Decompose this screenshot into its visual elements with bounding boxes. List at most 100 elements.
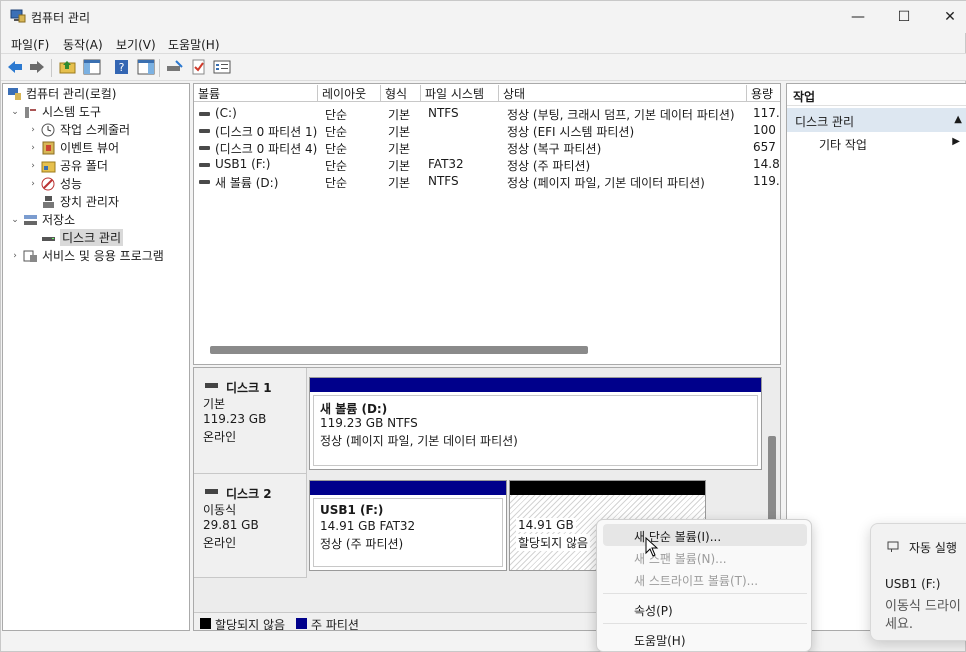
primary-partition-bar <box>310 481 506 495</box>
disk-1-label[interactable]: 디스크 1 기본 119.23 GB 온라인 <box>194 368 307 474</box>
column-header-type[interactable]: 형식 <box>381 85 421 101</box>
minimize-button[interactable]: — <box>835 1 881 33</box>
collapse-chevron-icon[interactable]: ⌄ <box>9 215 21 225</box>
menu-item-help[interactable]: 도움말(H) <box>603 628 807 650</box>
partition-new-volume-d[interactable]: 새 볼륨 (D:) 119.23 GB NTFS 정상 (페이지 파일, 기본 … <box>309 377 762 470</box>
expand-chevron-icon[interactable]: › <box>9 251 21 261</box>
system-tools-icon <box>25 106 36 118</box>
table-row[interactable]: (디스크 0 파티션 1) 단순 기본 정상 (EFI 시스템 파티션) 100… <box>194 122 780 139</box>
primary-partition-bar <box>310 378 761 392</box>
notification-device: USB1 (F:) <box>885 577 941 591</box>
tree-item-device-manager[interactable]: 장치 관리자 <box>39 193 119 210</box>
volume-list: 볼륨 레이아웃 형식 파일 시스템 상태 용량 (C:) 단순 기본 NTFS … <box>193 83 781 365</box>
tree-item-computer-management[interactable]: 컴퓨터 관리(로컬) <box>5 85 116 102</box>
performance-icon <box>41 177 55 190</box>
context-menu: 새 단순 볼륨(I)... 새 스팬 볼륨(N)... 새 스트라이프 볼륨(T… <box>596 519 812 652</box>
storage-icon <box>24 214 37 225</box>
collapse-chevron-icon[interactable]: ⌄ <box>9 107 21 117</box>
menu-view[interactable]: 보기(V) <box>116 36 156 53</box>
partition-usb1-f[interactable]: USB1 (F:) 14.91 GB FAT32 정상 (주 파티션) <box>309 480 507 571</box>
menu-item-properties[interactable]: 속성(P) <box>603 598 807 620</box>
tree-item-storage[interactable]: ⌄ 저장소 <box>9 211 75 228</box>
expand-chevron-icon[interactable]: › <box>27 179 39 189</box>
table-row[interactable]: (디스크 0 파티션 4) 단순 기본 정상 (복구 파티션) 657 M <box>194 139 780 156</box>
actions-header: 작업 <box>787 84 966 106</box>
computer-management-icon <box>8 87 21 100</box>
show-hide-console-tree-icon[interactable] <box>83 59 101 75</box>
column-header-layout[interactable]: 레이아웃 <box>318 85 381 101</box>
unallocated-swatch <box>200 618 211 629</box>
tree-item-task-scheduler[interactable]: › 작업 스케줄러 <box>27 121 130 138</box>
tree-item-shared-folders[interactable]: › 공유 폴더 <box>27 157 108 174</box>
more-actions-item[interactable]: 기타 작업 <box>819 136 867 153</box>
tree-item-performance[interactable]: › 성능 <box>27 175 82 192</box>
table-row[interactable]: 새 볼륨 (D:) 단순 기본 NTFS 정상 (페이지 파일, 기본 데이터 … <box>194 173 780 190</box>
unallocated-bar <box>510 481 705 495</box>
menu-separator <box>603 623 807 624</box>
volume-icon <box>199 180 210 184</box>
services-icon <box>23 250 37 262</box>
tree-item-disk-management[interactable]: 디스크 관리 <box>39 229 124 246</box>
volume-icon <box>199 112 210 116</box>
column-header-capacity[interactable]: 용량 <box>747 85 780 101</box>
checklist-icon[interactable] <box>190 59 208 75</box>
connect-drive-icon[interactable] <box>166 59 184 75</box>
actions-section-disk-management[interactable]: 디스크 관리 ▲ <box>787 108 966 132</box>
column-header-volume[interactable]: 볼륨 <box>194 85 318 101</box>
table-row[interactable]: (C:) 단순 기본 NTFS 정상 (부팅, 크래시 덤프, 기본 데이터 파… <box>194 105 780 122</box>
toolbar-separator <box>159 59 160 77</box>
close-button[interactable]: ✕ <box>927 1 966 33</box>
minimize-icon: — <box>851 9 865 25</box>
collapse-caret-icon[interactable]: ▲ <box>954 114 962 125</box>
clock-icon <box>41 123 55 136</box>
column-header-status[interactable]: 상태 <box>499 85 747 101</box>
notification-text-1: 이동식 드라이 <box>885 599 961 614</box>
menu-file[interactable]: 파일(F) <box>11 36 49 53</box>
forward-arrow-icon[interactable] <box>28 59 46 75</box>
maximize-button[interactable]: ☐ <box>881 1 927 33</box>
toolbar-separator <box>51 59 52 77</box>
table-row[interactable]: USB1 (F:) 단순 기본 FAT32 정상 (주 파티션) 14.89 <box>194 156 780 173</box>
menu-action[interactable]: 동작(A) <box>63 36 103 53</box>
volume-icon <box>199 146 210 150</box>
computer-management-window: 컴퓨터 관리 — ☐ ✕ 파일(F) 동작(A) 보기(V) 도움말(H) ? … <box>0 0 966 652</box>
back-arrow-icon[interactable] <box>6 59 24 75</box>
event-viewer-icon <box>42 141 55 154</box>
show-hide-action-pane-icon[interactable] <box>137 59 155 75</box>
expand-chevron-icon[interactable]: › <box>27 161 39 171</box>
notification-text-2: 세요. <box>885 617 914 632</box>
removable-disk-icon <box>205 489 218 494</box>
device-manager-icon <box>43 195 54 208</box>
menu-help[interactable]: 도움말(H) <box>168 36 220 53</box>
horizontal-scrollbar[interactable] <box>210 346 588 354</box>
shared-folder-icon <box>41 161 56 172</box>
menu-item-new-striped-volume[interactable]: 새 스트라이프 볼륨(T)... <box>603 568 807 590</box>
primary-partition-swatch <box>296 618 307 629</box>
tree-item-event-viewer[interactable]: › 이벤트 뷰어 <box>27 139 119 156</box>
tree-item-system-tools[interactable]: ⌄ 시스템 도구 <box>9 103 101 120</box>
column-header-filesystem[interactable]: 파일 시스템 <box>421 85 499 101</box>
mouse-pointer-icon <box>645 537 659 557</box>
help-icon[interactable]: ? <box>113 59 131 75</box>
expand-chevron-icon[interactable]: › <box>27 125 39 135</box>
autoplay-icon <box>887 541 899 552</box>
close-icon: ✕ <box>944 9 956 25</box>
autoplay-notification[interactable]: 자동 실행 USB1 (F:) 이동식 드라이 세요. <box>870 523 966 641</box>
console-tree: 컴퓨터 관리(로컬) ⌄ 시스템 도구 › 작업 스케줄러 › 이벤트 뷰어 ›… <box>2 83 190 631</box>
volume-icon <box>199 129 210 133</box>
volume-list-header: 볼륨 레이아웃 형식 파일 시스템 상태 용량 <box>194 84 780 102</box>
menu-item-new-simple-volume[interactable]: 새 단순 볼륨(I)... <box>603 524 807 546</box>
vertical-scrollbar[interactable] <box>768 436 776 524</box>
disk-management-icon <box>42 236 55 241</box>
notification-title: 자동 실행 <box>909 541 957 555</box>
submenu-arrow-icon[interactable]: ▶ <box>952 136 960 147</box>
window-title: 컴퓨터 관리 <box>31 11 91 25</box>
maximize-icon: ☐ <box>897 9 911 25</box>
svg-text:?: ? <box>119 61 125 74</box>
up-folder-icon[interactable] <box>59 59 77 75</box>
properties-icon[interactable] <box>213 59 231 75</box>
disk-2-label[interactable]: 디스크 2 이동식 29.81 GB 온라인 <box>194 474 307 578</box>
tree-item-services-and-applications[interactable]: › 서비스 및 응용 프로그램 <box>9 247 164 264</box>
expand-chevron-icon[interactable]: › <box>27 143 39 153</box>
menu-item-new-spanned-volume[interactable]: 새 스팬 볼륨(N)... <box>603 546 807 568</box>
